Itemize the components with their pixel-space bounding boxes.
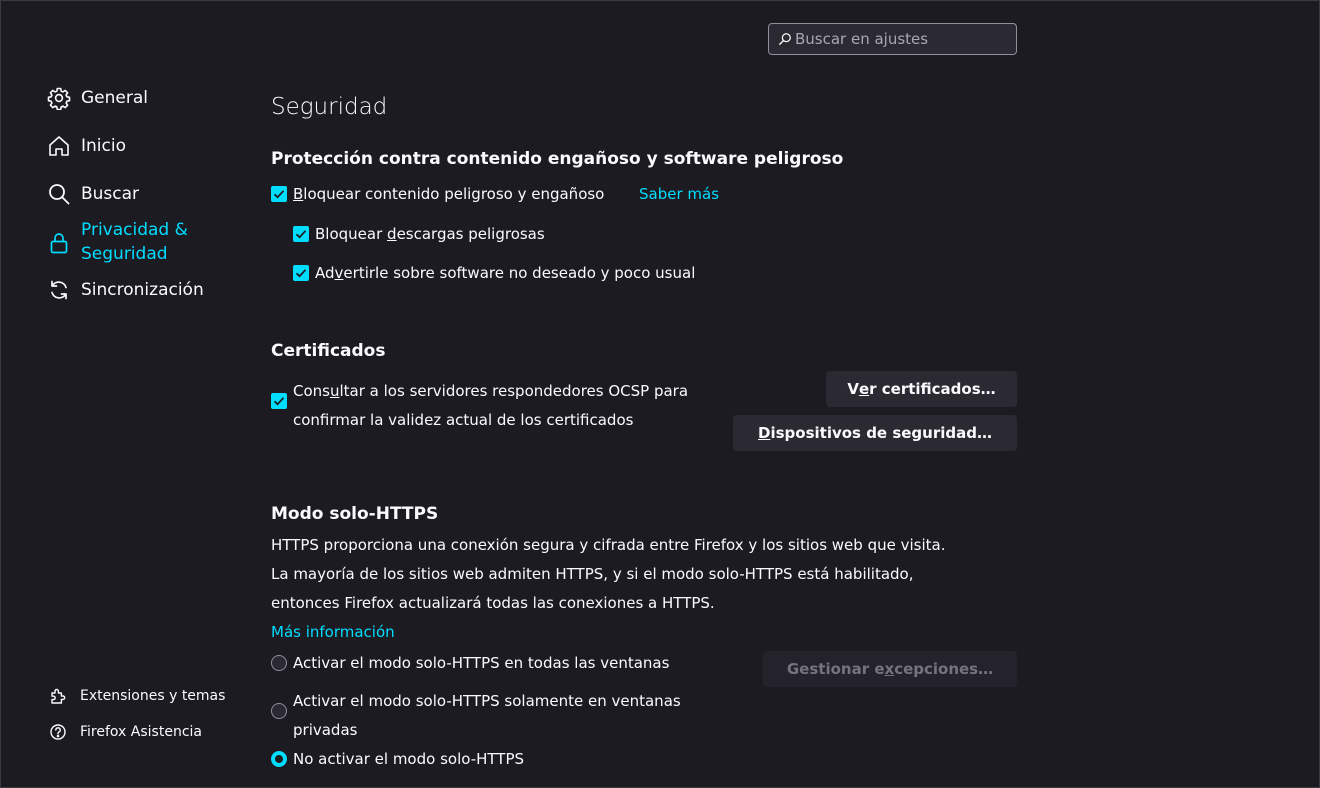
sidebar-item-search[interactable]: Buscar [47,182,139,206]
https-private-windows-radio[interactable] [271,703,287,719]
sidebar-item-label: Buscar [81,184,140,204]
label-text: Bloquear [315,225,388,243]
deceptive-content-heading: Protección contra contenido engañoso y s… [271,149,844,169]
button-text: V [847,380,859,398]
help-icon [49,723,67,741]
access-key: x [884,660,895,678]
manage-exceptions-button[interactable]: Gestionar e x cepciones… [763,651,1017,687]
label-line: privadas [293,721,358,739]
checkmark-icon [273,190,285,199]
sidebar-item-label: Inicio [81,136,126,156]
puzzle-icon [49,687,67,705]
sidebar-item-label: Privacidad & [81,220,188,240]
sidebar-item-privacy-security[interactable]: Privacidad & Seguridad [47,218,188,266]
label-line: Activar el modo solo-HTTPS solamente en … [293,692,681,710]
label-text: ertirle sobre software no deseado y poco… [343,264,696,282]
sidebar-item-home[interactable]: Inicio [47,134,126,158]
sidebar-extensions-themes[interactable]: Extensiones y temas [49,687,225,705]
search-input[interactable] [795,30,1005,48]
access-key: u [329,382,340,400]
ocsp-checkbox[interactable] [271,393,287,409]
ocsp-label-line2: confirmar la validez actual de los certi… [293,411,634,429]
security-devices-button[interactable]: Dispositivos de seguridad… [733,415,1017,451]
label-text: ltar a los servidores respondedores OCSP… [339,382,689,400]
button-text: r certificados… [869,380,996,398]
description-line: entonces Firefox actualizará todas las c… [271,594,715,612]
https-off-radio[interactable] [271,751,287,767]
block-dangerous-label[interactable]: Bloquear contenido peligroso y engañoso [293,185,604,203]
label-text: Ad [315,264,335,282]
sidebar-item-label: Sincronización [81,280,204,300]
lock-icon [47,231,71,255]
ocsp-label-line1: Consultar a los servidores respondedores… [293,377,688,406]
sidebar-footer-label: Firefox Asistencia [80,724,202,740]
sidebar-item-general[interactable]: General [47,86,148,111]
checkmark-icon [295,269,307,278]
home-icon [47,134,71,158]
https-all-windows-radio[interactable] [271,655,287,671]
button-text: Gestionar e [786,660,885,678]
label-text: Cons [293,382,330,400]
block-downloads-checkbox[interactable] [293,226,309,242]
https-all-windows-label[interactable]: Activar el modo solo-HTTPS en todas las … [293,654,669,672]
ocsp-label[interactable]: Consultar a los servidores respondedores… [293,377,688,435]
more-info-link[interactable]: Más información [271,618,395,647]
description-line: HTTPS proporciona una conexión segura y … [271,536,946,554]
https-off-label[interactable]: No activar el modo solo-HTTPS [293,750,524,768]
label-text: loquear contenido peligroso y engañoso [303,185,605,203]
view-certificates-button[interactable]: Ver certificados… [826,371,1017,407]
button-text: cepciones… [894,660,994,678]
https-only-description: HTTPS proporciona una conexión segura y … [271,531,1031,647]
settings-search-box[interactable] [768,23,1017,55]
block-dangerous-checkbox[interactable] [271,186,287,202]
checkmark-icon [273,397,285,406]
access-key: B [293,185,304,203]
sidebar-firefox-support[interactable]: Firefox Asistencia [49,723,202,741]
https-only-heading: Modo solo-HTTPS [271,504,439,524]
access-key: e [858,380,870,398]
sync-icon [47,278,71,302]
sidebar-item-sync[interactable]: Sincronización [47,278,204,302]
certificates-heading: Certificados [271,341,386,361]
page-title: Seguridad [271,94,388,120]
block-downloads-label[interactable]: Bloquear descargas peligrosas [315,225,545,243]
access-key: D [758,424,771,442]
search-icon [47,182,71,206]
checkmark-icon [295,230,307,239]
gear-icon [47,86,71,111]
learn-more-link[interactable]: Saber más [639,185,719,203]
label-text: escargas peligrosas [396,225,545,243]
warn-unwanted-checkbox[interactable] [293,265,309,281]
button-text: ispositivos de seguridad… [770,424,992,442]
https-private-windows-label[interactable]: Activar el modo solo-HTTPS solamente en … [293,687,681,745]
access-key: d [387,225,397,243]
warn-unwanted-label[interactable]: Advertirle sobre software no deseado y p… [315,264,695,282]
sidebar-item-label: General [81,88,148,108]
sidebar-footer-label: Extensiones y temas [80,688,226,704]
description-line: La mayoría de los sitios web admiten HTT… [271,565,914,583]
sidebar-item-label: Seguridad [81,244,168,264]
search-icon [779,33,791,45]
